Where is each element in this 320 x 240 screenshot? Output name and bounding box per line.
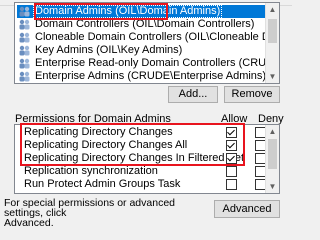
list-item-enterprise-admins[interactable]: Enterprise Admins (CRUDE\Enterprise Admi… <box>17 70 267 83</box>
allow-checkbox[interactable] <box>226 127 237 138</box>
list-item-domain-controllers[interactable]: Domain Controllers (OIL\Domain Controlle… <box>17 18 265 31</box>
group-user-list[interactable]: Domain Admins (OIL\Domain Admins) Domain… <box>14 2 280 84</box>
permission-row-replicating-directory-changes-filtered: Replicating Directory Changes In Filtere… <box>15 152 266 164</box>
allow-checkbox[interactable] <box>226 179 237 190</box>
list-scrollbar[interactable]: ▲ ▼ <box>265 3 279 83</box>
group-icon <box>19 58 30 69</box>
advanced-hint-line2: Advanced. <box>4 217 54 229</box>
list-item-label: Enterprise Admins (CRUDE\Enterprise Admi… <box>35 70 267 82</box>
advanced-hint-text: For special permissions or advanced sett… <box>4 197 204 229</box>
list-item-cloneable-domain-controllers[interactable]: Cloneable Domain Controllers (OIL\Clonea… <box>17 31 279 44</box>
group-icon <box>19 19 30 30</box>
allow-checkbox[interactable] <box>226 140 237 151</box>
list-item-label: Enterprise Read-only Domain Controllers … <box>35 57 279 69</box>
permission-row-replicating-directory-changes: Replicating Directory Changes <box>15 126 266 138</box>
allow-checkbox[interactable] <box>226 153 237 164</box>
permission-name: Replicating Directory Changes All <box>24 139 188 151</box>
scroll-thumb[interactable] <box>268 19 277 43</box>
permission-row-replication-synchronization: Replication synchronization <box>15 165 266 177</box>
scroll-up-arrow-icon[interactable]: ▲ <box>266 125 279 138</box>
permission-name: Replicating Directory Changes <box>24 126 173 138</box>
list-item-domain-admins[interactable]: Domain Admins (OIL\Domain Admins) <box>17 5 265 18</box>
remove-button[interactable]: Remove <box>224 86 280 103</box>
permission-name: Replication synchronization <box>24 165 158 177</box>
add-button[interactable]: Add... <box>168 86 218 103</box>
scroll-down-arrow-icon[interactable]: ▼ <box>266 70 279 83</box>
permission-row-replicating-directory-changes-all: Replicating Directory Changes All <box>15 139 266 151</box>
list-item-enterprise-read-only-dcs[interactable]: Enterprise Read-only Domain Controllers … <box>17 57 279 70</box>
scroll-down-arrow-icon[interactable]: ▼ <box>266 180 279 193</box>
permissions-list[interactable]: Replicating Directory Changes Replicatin… <box>14 124 280 194</box>
group-icon <box>19 71 30 82</box>
permissions-scrollbar[interactable]: ▲ ▼ <box>265 125 279 193</box>
scroll-thumb[interactable] <box>268 139 277 169</box>
group-icon <box>19 45 30 56</box>
advanced-hint-line1: For special permissions or advanced sett… <box>4 197 175 219</box>
allow-checkbox[interactable] <box>226 166 237 177</box>
group-icon <box>19 6 30 17</box>
list-item-label: Key Admins (OIL\Key Admins) <box>35 44 183 56</box>
permission-name: Run Protect Admin Groups Task <box>24 178 181 190</box>
list-item-key-admins[interactable]: Key Admins (OIL\Key Admins) <box>17 44 265 57</box>
advanced-button[interactable]: Advanced <box>214 200 280 218</box>
list-item-label: Domain Admins (OIL\Domain Admins) <box>33 5 223 18</box>
permission-name: Replicating Directory Changes In Filtere… <box>24 152 245 164</box>
list-item-label: Cloneable Domain Controllers (OIL\Clonea… <box>35 31 279 43</box>
group-icon <box>19 32 30 43</box>
permission-row-run-protect-admin-groups-task: Run Protect Admin Groups Task <box>15 178 266 190</box>
list-item-label: Domain Controllers (OIL\Domain Controlle… <box>35 18 255 30</box>
scroll-up-arrow-icon[interactable]: ▲ <box>266 3 279 16</box>
